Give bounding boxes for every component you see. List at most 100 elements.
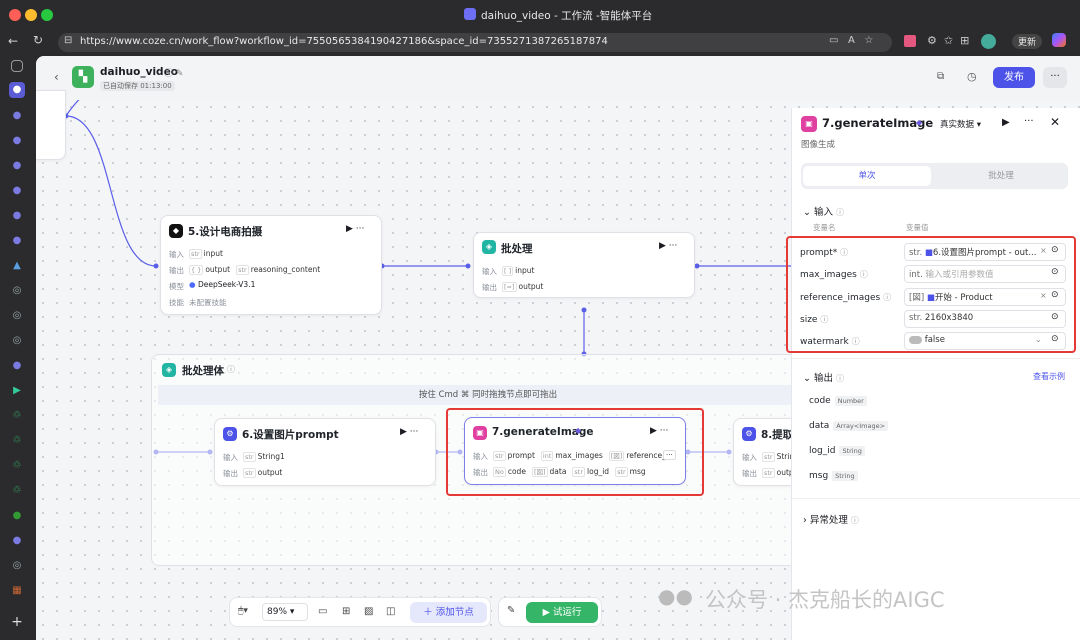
drag-hint: 按住 Cmd ⌘ 同时拖拽节点即可拖出 <box>158 385 818 405</box>
zoom-select[interactable]: 89% ▾ <box>262 603 308 621</box>
node-set-prompt[interactable]: ⚙ 6.设置图片prompt ▶ ··· 输入 str String1 输出 st… <box>214 418 436 486</box>
add-tab-icon[interactable]: + <box>9 614 25 630</box>
output-section-header[interactable]: ⌄ 输出 ⓘ <box>803 370 844 384</box>
info-icon[interactable]: ⓘ <box>840 248 848 257</box>
tab-batch[interactable]: 批处理 <box>937 166 1065 186</box>
size-field[interactable]: str. 2160x3840 <box>904 310 1066 328</box>
edit-icon[interactable]: ⓘ ✎ <box>164 66 183 79</box>
info-icon[interactable]: ⓘ <box>851 516 859 525</box>
info-icon[interactable]: ⓘ <box>836 374 844 383</box>
layout-icon[interactable]: ⊞ <box>342 606 350 617</box>
info-icon[interactable]: ⓘ <box>860 270 868 279</box>
tab-icon[interactable]: ▦ <box>9 583 25 599</box>
globe-icon[interactable]: ◎ <box>9 558 25 574</box>
chevron-down-icon[interactable]: ⌄ <box>1035 335 1042 344</box>
tab-icon[interactable]: ● <box>9 183 25 199</box>
output-row: msg String <box>809 471 858 481</box>
tab-icon[interactable]: ● <box>9 508 25 524</box>
panel-subtitle: 图像生成 <box>801 140 836 150</box>
tab-icon[interactable]: ● <box>9 533 25 549</box>
start-node[interactable] <box>36 90 66 160</box>
back-chevron-icon[interactable]: ‹ <box>54 70 59 84</box>
data-mode-label: 真实数据 <box>940 120 975 130</box>
run-node-icon[interactable]: ▶ ··· <box>346 224 364 234</box>
info-icon[interactable]: ⓘ <box>820 315 828 324</box>
tab-icon[interactable]: ▶ <box>9 383 25 399</box>
info-icon[interactable]: ⓘ <box>227 364 235 375</box>
run-icon[interactable]: ▶ <box>1002 117 1010 128</box>
node-generate-image[interactable]: ▣ 7.generateImage ◆ ▶ ··· 输入 str prompt in… <box>464 417 686 485</box>
browser-title-bar: daihuo_video - 工作流 -智能体平台 <box>0 0 1080 30</box>
tab-icon[interactable]: ● <box>9 233 25 249</box>
tabs-icon[interactable] <box>11 60 23 72</box>
tab-single[interactable]: 单次 <box>803 166 931 186</box>
globe-icon[interactable]: ◎ <box>9 283 25 299</box>
recycle-icon[interactable]: ♲ <box>9 483 25 499</box>
run-node-icon[interactable]: ▶ ··· <box>659 241 677 251</box>
max-images-field[interactable]: int. 输入或引用参数值 <box>904 265 1066 283</box>
comment-icon[interactable]: ▭ <box>318 606 327 617</box>
recycle-icon[interactable]: ♲ <box>9 458 25 474</box>
publish-button[interactable]: 发布 <box>993 67 1035 88</box>
globe-icon[interactable]: ◎ <box>9 333 25 349</box>
node-extract[interactable]: ⚙ 8.提取 输入 str Strin 输出 str outp <box>733 418 794 486</box>
coze-tab-icon[interactable]: ● <box>9 82 25 98</box>
history-icon[interactable]: ◷ <box>967 70 977 83</box>
extensions-puzzle-icon[interactable]: ⚙ ✩ ⊞ <box>927 34 969 47</box>
minimap-icon[interactable]: ◫ <box>386 606 395 617</box>
info-icon[interactable]: ⓘ <box>852 337 860 346</box>
more-inputs-icon[interactable]: ··· <box>663 450 676 460</box>
close-window-button[interactable] <box>9 9 21 21</box>
tab-icon[interactable]: ● <box>9 108 25 124</box>
update-button[interactable]: 更新 <box>1012 34 1043 49</box>
copy-icon[interactable]: ⧉ <box>937 71 944 82</box>
variable-ref-icon[interactable]: ⊙ <box>1051 245 1059 255</box>
variable-ref-icon[interactable]: ⊙ <box>1051 290 1059 300</box>
node-design-shoot[interactable]: ◆ 5.设计电商拍摄 ▶ ··· 输入 str input 输出 { } outpu… <box>160 215 382 315</box>
col-value-header: 变量值 <box>906 223 929 232</box>
error-section-header[interactable]: › 异常处理 ⓘ <box>803 512 859 526</box>
site-info-icon[interactable]: ⊟ <box>64 35 72 46</box>
variable-ref-icon[interactable]: ⊙ <box>1051 334 1059 344</box>
minimize-window-button[interactable] <box>25 9 37 21</box>
test-run-button[interactable]: ▶ 试运行 <box>526 602 598 623</box>
input-label: 输入 <box>482 267 497 276</box>
tab-icon[interactable]: ▲ <box>9 258 25 274</box>
reload-icon[interactable]: ↻ <box>33 33 43 47</box>
more-icon[interactable]: ··· <box>1024 116 1034 127</box>
input-section-header[interactable]: ⌄ 输入 ⓘ <box>803 204 844 218</box>
info-icon[interactable]: ⓘ <box>883 293 891 302</box>
wrench-icon[interactable]: ✎ <box>507 605 515 616</box>
back-icon[interactable]: ← <box>8 34 18 48</box>
add-node-button[interactable]: ＋ 添加节点 <box>410 602 487 623</box>
globe-icon[interactable]: ◎ <box>9 308 25 324</box>
more-button[interactable]: ··· <box>1043 67 1067 88</box>
tab-icon[interactable]: ● <box>9 358 25 374</box>
node-batch[interactable]: ◈ 批处理 ▶ ··· 输入 [ ] input 输出 [=] output <box>473 232 695 298</box>
variable-ref-icon[interactable]: ⊙ <box>1051 267 1059 277</box>
run-node-icon[interactable]: ▶ ··· <box>400 427 418 437</box>
view-example-link[interactable]: 查看示例 <box>1033 371 1065 382</box>
image-tool-icon[interactable]: ▨ <box>364 606 373 617</box>
extension-icon[interactable] <box>904 35 916 47</box>
tab-icon[interactable]: ● <box>9 208 25 224</box>
variable-ref-icon[interactable]: ⊙ <box>1051 312 1059 322</box>
maximize-window-button[interactable] <box>41 9 53 21</box>
tab-icon[interactable]: ● <box>9 133 25 149</box>
clear-icon[interactable]: × <box>1040 291 1047 300</box>
copilot-icon[interactable] <box>1052 33 1066 47</box>
url-field[interactable]: ⊟ https://www.coze.cn/work_flow?workflow… <box>58 33 892 52</box>
profile-avatar[interactable] <box>981 34 996 49</box>
param-name-prompt: prompt* ⓘ <box>800 247 848 258</box>
recycle-icon[interactable]: ♲ <box>9 433 25 449</box>
mouse-mode-icon[interactable]: 🖱▾ <box>238 606 248 616</box>
tab-icon[interactable]: ● <box>9 158 25 174</box>
info-icon[interactable]: ⓘ <box>836 208 844 217</box>
llm-icon: ◆ <box>169 224 183 238</box>
close-panel-icon[interactable]: ✕ <box>1050 115 1060 129</box>
recycle-icon[interactable]: ♲ <box>9 408 25 424</box>
run-node-icon[interactable]: ▶ ··· <box>650 426 668 436</box>
model-value: ● DeepSeek-V3.1 <box>189 280 256 289</box>
clear-icon[interactable]: × <box>1040 246 1047 255</box>
data-mode-select[interactable]: 真实数据 ▾ <box>940 118 981 130</box>
